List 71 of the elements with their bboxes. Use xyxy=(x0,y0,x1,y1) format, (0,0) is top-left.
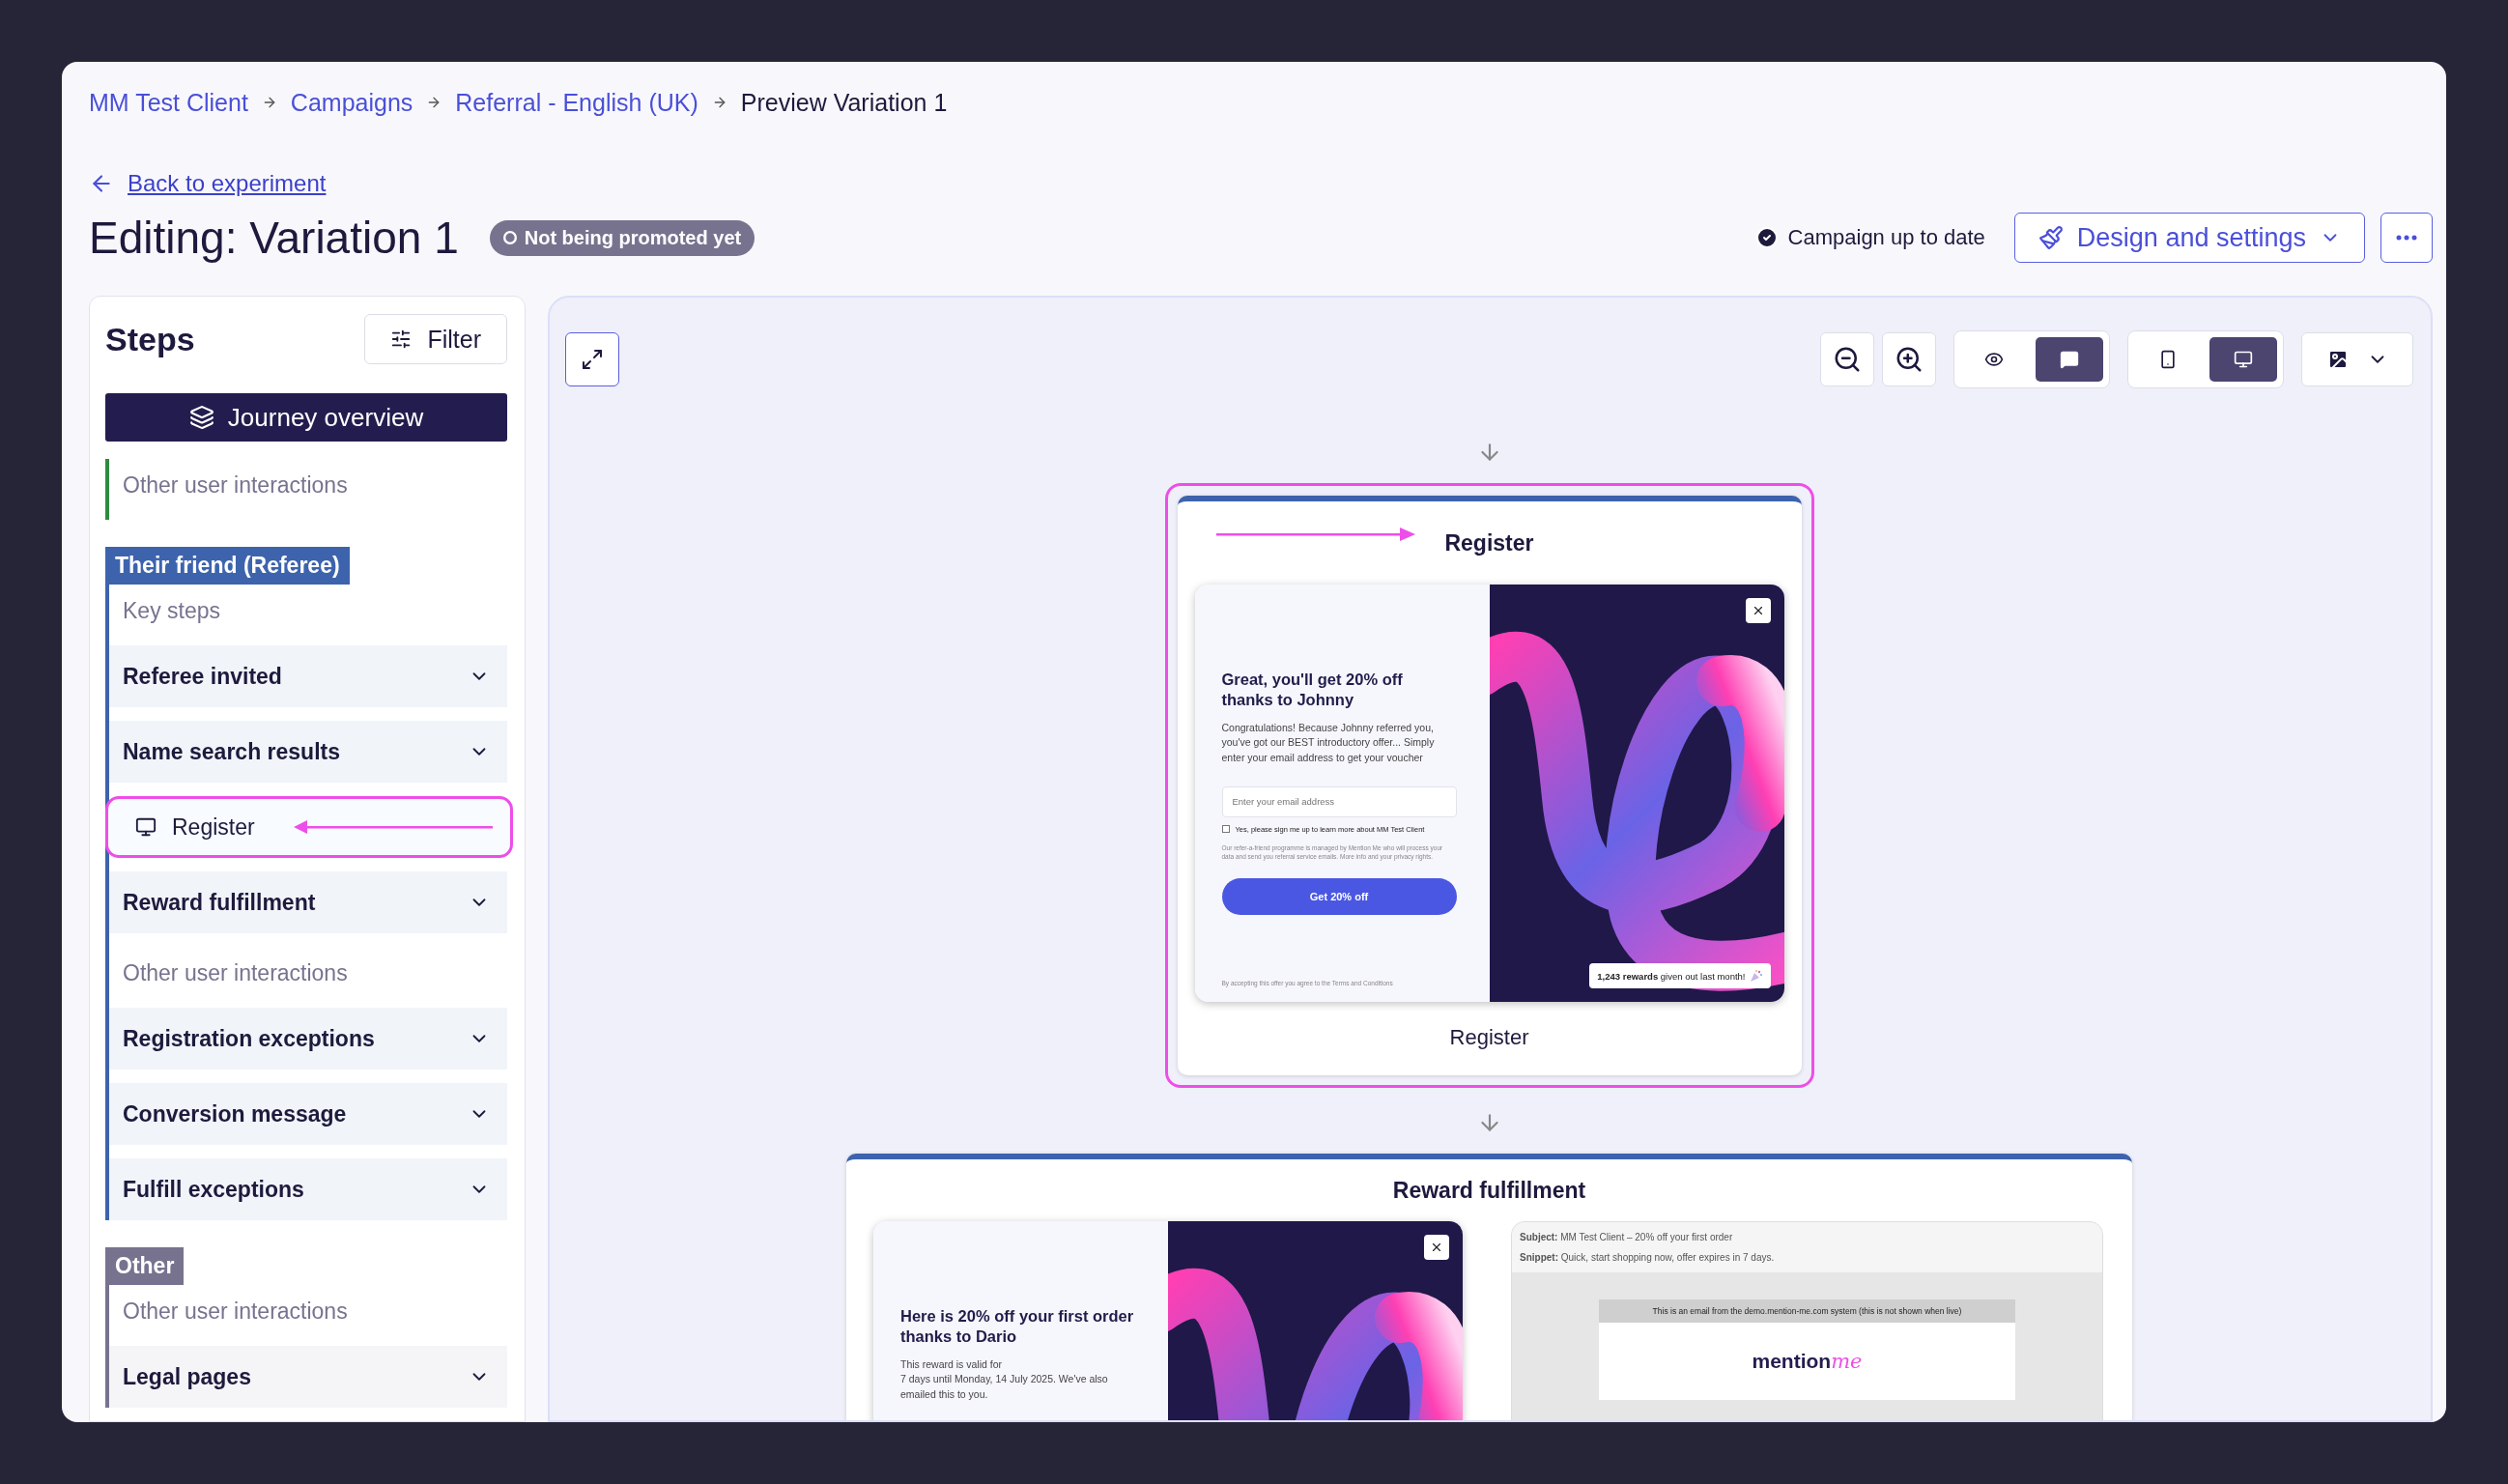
sliders-icon xyxy=(390,328,413,350)
step-label: Register xyxy=(172,813,255,841)
email-snippet: Snippet: Quick, start shopping now, offer expires in 7 days. xyxy=(1520,1252,1776,1263)
speech-bubble-icon xyxy=(2060,350,2079,369)
get-offer-button[interactable]: Get 20% off xyxy=(1221,878,1457,916)
design-settings-button[interactable]: Design and settings xyxy=(2013,213,2365,263)
sync-status: Campaign up to date xyxy=(1787,225,1985,250)
fullscreen-button[interactable] xyxy=(565,332,619,386)
paintbrush-icon xyxy=(2038,225,2064,250)
back-link[interactable]: Back to experiment xyxy=(128,170,327,197)
step-label: Legal pages xyxy=(123,1363,251,1390)
breadcrumb-link[interactable]: MM Test Client xyxy=(89,88,248,117)
close-icon xyxy=(1430,1241,1443,1254)
step-title: Register xyxy=(1444,529,1534,556)
popup-body: This reward is valid for 7 days until Monday, 14 July 2025. We've also emailed this to you. xyxy=(900,1357,1109,1402)
step-item[interactable]: Reward fulfillment xyxy=(109,871,507,933)
email-subject: Subject: MM Test Client – 20% off your first order xyxy=(1520,1232,1734,1242)
breadcrumb-link[interactable]: Campaigns xyxy=(290,88,413,117)
step-item[interactable]: Referee invited xyxy=(109,645,507,707)
step-item[interactable]: Conversion message xyxy=(109,1083,507,1145)
step-item[interactable]: Name search results xyxy=(109,721,507,783)
step-item[interactable]: Legal pages xyxy=(109,1346,507,1408)
status-badge: Not being promoted yet xyxy=(489,219,755,256)
step-label: Referee invited xyxy=(123,663,282,690)
zoom-in-button[interactable] xyxy=(1882,332,1936,386)
filter-button[interactable]: Filter xyxy=(364,314,507,364)
step-label: Registration exceptions xyxy=(123,1025,375,1052)
monitor-icon xyxy=(135,816,157,838)
step-item[interactable]: Register xyxy=(105,796,513,858)
checkbox[interactable] xyxy=(1221,825,1230,834)
email-notice: This is an email from the demo.mention-me.com system (this is not shown when live) xyxy=(1599,1299,2015,1323)
zoom-out-button[interactable] xyxy=(1820,332,1874,386)
view-mode-button[interactable] xyxy=(2036,337,2103,382)
step-label: Name search results xyxy=(123,738,340,765)
close-button[interactable] xyxy=(1424,1235,1449,1260)
popup-heading: Here is 20% off your first order thanks to Dario xyxy=(900,1306,1135,1347)
zoom-out-icon xyxy=(1833,345,1862,374)
monitor-icon xyxy=(2234,350,2253,369)
email-field[interactable]: Enter your email address xyxy=(1221,785,1457,817)
layers-icon xyxy=(188,405,214,430)
party-popper-icon xyxy=(1749,969,1763,983)
logo: mentionme xyxy=(1752,1350,1863,1373)
journey-overview-button[interactable]: Journey overview xyxy=(105,393,507,442)
step-item[interactable]: Fulfill exceptions xyxy=(109,1158,507,1220)
phone-icon xyxy=(2158,350,2178,369)
page-title: Editing: Variation 1 xyxy=(89,212,459,264)
breadcrumb-current: Preview Variation 1 xyxy=(740,88,948,117)
section-heading: Key steps xyxy=(122,597,221,625)
breadcrumb-link[interactable]: Referral - English (UK) xyxy=(455,88,698,117)
expand-icon xyxy=(581,348,604,371)
step-label: Conversion message xyxy=(123,1100,347,1127)
image-dropdown[interactable] xyxy=(2301,332,2413,386)
close-button[interactable] xyxy=(1745,598,1771,623)
rewards-note: 1,243 rewards given out last month! xyxy=(1597,970,1746,982)
popup-heading: Great, you'll get 20% off thanks to Johnny xyxy=(1221,670,1404,710)
more-icon xyxy=(2396,235,2417,241)
section-heading: Other user interactions xyxy=(122,959,349,987)
step-label: Reward fulfillment xyxy=(123,889,316,916)
step-item[interactable]: Registration exceptions xyxy=(109,1008,507,1070)
device-button[interactable] xyxy=(2209,337,2277,382)
more-button[interactable] xyxy=(2380,213,2433,263)
steps-title: Steps xyxy=(105,320,195,358)
step-caption: Register xyxy=(1449,1025,1529,1050)
popup-body: Congratulations! Because Johnny referred you, you've got our BEST introductory offer... Simply enter your email address to get your voucher xyxy=(1221,721,1436,765)
step-label: Fulfill exceptions xyxy=(123,1176,304,1203)
check-circle-icon xyxy=(1754,226,1779,249)
zoom-in-icon xyxy=(1895,345,1924,374)
step-title: Reward fulfillment xyxy=(1392,1177,1586,1204)
eye-icon xyxy=(1984,350,2004,369)
section-heading: Other user interactions xyxy=(122,471,349,499)
section-heading: Other user interactions xyxy=(122,1298,349,1326)
